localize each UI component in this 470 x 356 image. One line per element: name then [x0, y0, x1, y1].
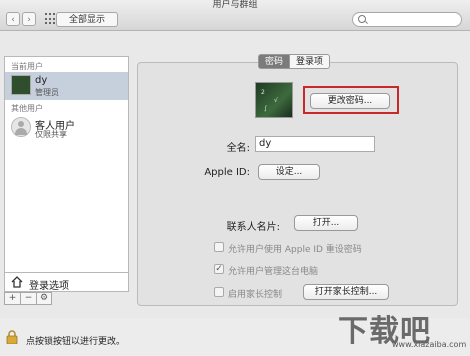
parental-controls-label: 启用家长控制: [228, 290, 283, 300]
login-options-item[interactable]: 登录选项: [4, 272, 129, 292]
tab-password[interactable]: 密码: [258, 54, 291, 69]
guest-role: 仅限共享: [35, 130, 67, 139]
watermark-logo: 下载吧: [338, 314, 431, 349]
gear-icon[interactable]: ⚙: [36, 292, 52, 305]
allow-apple-id-reset-checkbox[interactable]: [214, 242, 224, 252]
user-picture[interactable]: 2 √ ∫: [255, 82, 293, 118]
back-button[interactable]: ‹: [6, 12, 20, 26]
forward-button[interactable]: ›: [22, 12, 36, 26]
remove-user-button[interactable]: −: [20, 292, 36, 305]
house-icon: [11, 276, 23, 288]
user-row-dy[interactable]: dy 管理员: [5, 72, 128, 100]
parental-controls-checkbox[interactable]: [214, 287, 224, 297]
lock-hint-text: 点按锁按钮以进行更改。: [26, 337, 126, 347]
change-password-button[interactable]: 更改密码...: [310, 93, 390, 109]
sidebar-toolbar: + − ⚙: [4, 292, 64, 305]
search-input[interactable]: [352, 12, 462, 27]
tab-login-items[interactable]: 登录项: [290, 54, 331, 69]
users-list: 当前用户 dy 管理员 其他用户 客人用户 仅限共享: [4, 56, 129, 286]
apple-id-label: Apple ID:: [204, 167, 250, 178]
tab-bar: 密码 登录项: [258, 54, 331, 69]
search-icon: [358, 15, 366, 23]
contact-card-open-button[interactable]: 打开...: [294, 215, 358, 231]
full-name-label: 全名:: [226, 143, 250, 154]
login-options-label: 登录选项: [29, 281, 69, 292]
allow-admin-label: 允许用户管理这台电脑: [228, 267, 319, 277]
guest-user-icon: [11, 117, 31, 137]
show-all-button[interactable]: 全部显示: [56, 12, 118, 27]
user-avatar: [11, 75, 31, 95]
apple-id-set-button[interactable]: 设定...: [258, 164, 320, 180]
window-titlebar: 用户与群组 ‹ › 全部显示: [0, 0, 470, 31]
user-role: 管理员: [35, 88, 59, 97]
allow-admin-checkbox[interactable]: ✓: [214, 264, 224, 274]
window-title: 用户与群组: [212, 0, 258, 10]
current-users-label: 当前用户: [11, 62, 43, 71]
user-row-guest[interactable]: 客人用户 仅限共享: [5, 114, 128, 142]
other-users-label: 其他用户: [11, 104, 43, 113]
watermark-url: www.xiazaiba.com: [392, 340, 467, 349]
lock-icon[interactable]: [6, 330, 18, 344]
user-name: dy: [35, 75, 48, 86]
allow-apple-id-reset-label: 允许用户使用 Apple ID 重设密码: [228, 245, 362, 255]
full-name-field[interactable]: dy: [255, 136, 375, 152]
contact-card-label: 联系人名片:: [226, 222, 280, 233]
add-user-button[interactable]: +: [4, 292, 20, 305]
open-parental-controls-button[interactable]: 打开家长控制...: [303, 284, 389, 300]
